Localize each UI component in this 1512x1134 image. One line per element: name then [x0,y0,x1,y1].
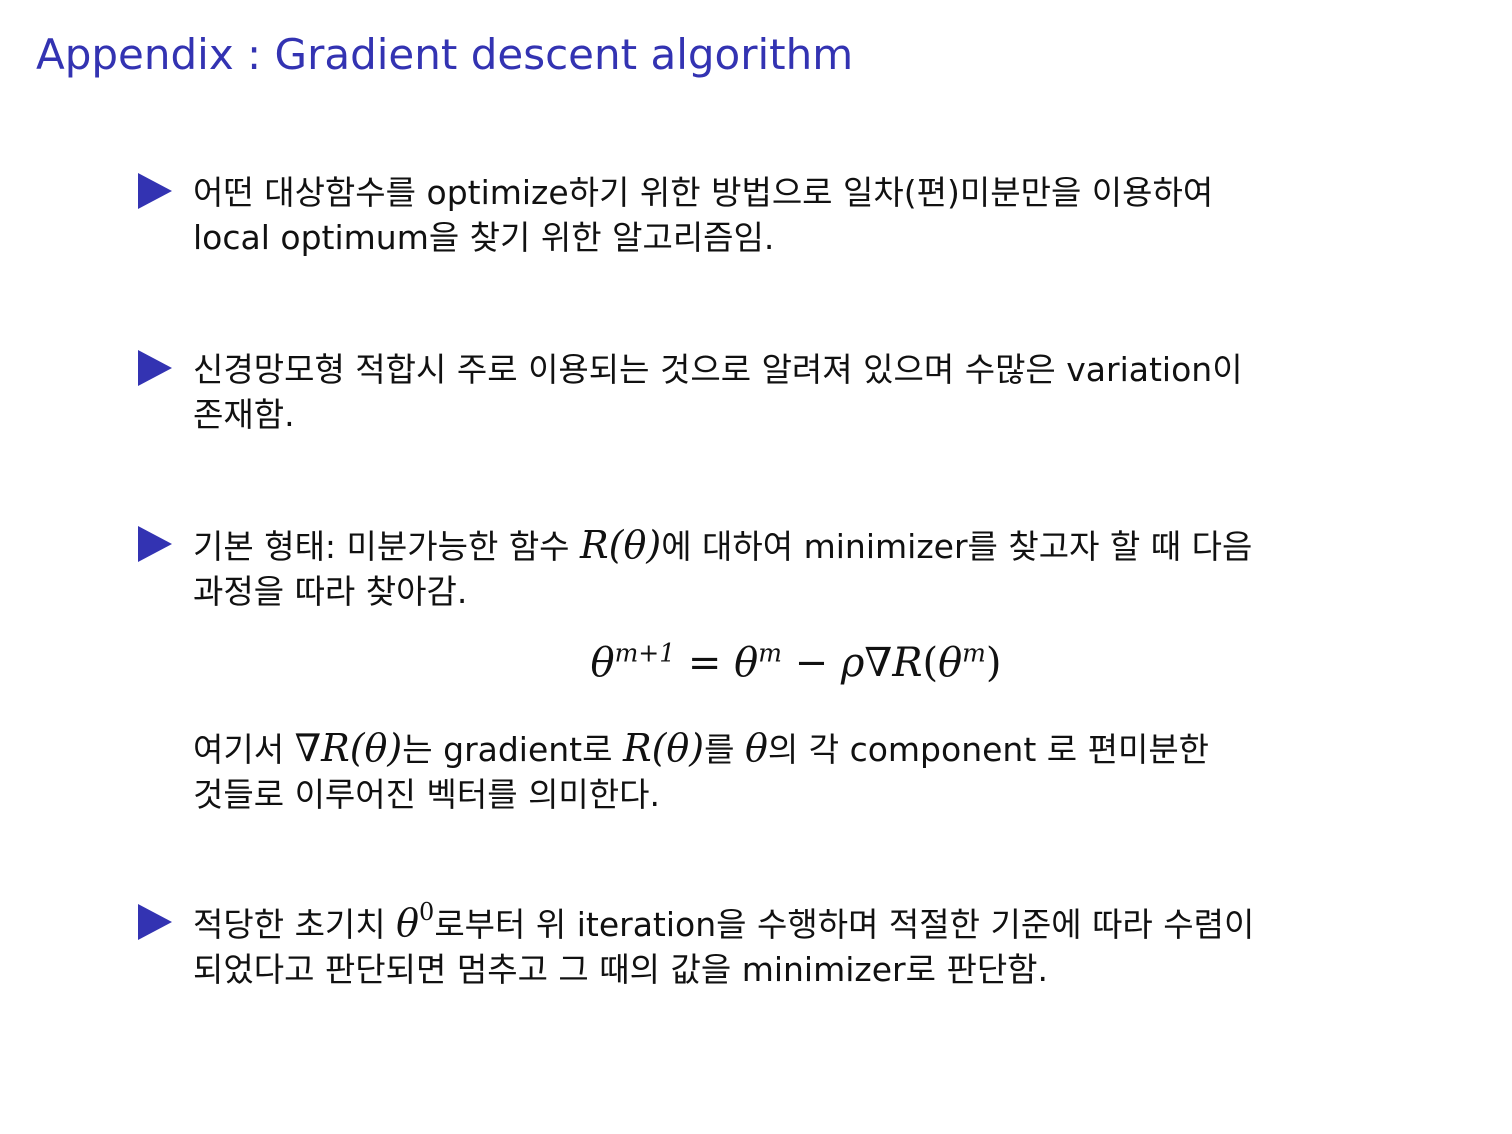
bullet-text-2: 신경망모형 적합시 주로 이용되는 것으로 알려져 있으며 수많은 variat… [193,347,1243,437]
theta-sup: 0 [419,898,435,927]
explanation-line-1: 여기서 ∇R(θ)는 gradient로 R(θ)를 θ의 각 componen… [193,726,1209,772]
explanation-t4: 의 각 component 로 편미분한 [767,730,1210,769]
eq-lhs-sup: m+1 [614,638,676,668]
eq-rho: ρ [840,640,865,686]
bullet-4-line-1: 적당한 초기치 θ0로부터 위 iteration을 수행하며 적절한 기준에 … [193,898,1255,947]
bullet-2-line-2: 존재함. [193,395,295,434]
bullet-1-line-1: 어떤 대상함수를 optimize하기 위한 방법으로 일차(편)미분만을 이용… [193,173,1214,212]
eq-close-paren: ) [985,640,1002,686]
eq-nabla: ∇ [864,640,893,686]
explanation-t2: 는 gradient로 [402,730,623,769]
bullet-2-line-1: 신경망모형 적합시 주로 이용되는 것으로 알려져 있으며 수많은 variat… [193,350,1243,389]
math-theta-zero: θ0 [396,898,435,945]
triangle-right-icon [138,350,172,386]
bullet-text-3: 기본 형태: 미분가능한 함수 R(θ)에 대하여 minimizer를 찾고자… [193,523,1252,614]
eq-minus: − [781,640,841,686]
bullet-4-line-2: 되었다고 판단되면 멈추고 그 때의 값을 minimizer로 판단함. [193,950,1049,989]
update-equation: θm+1 = θm − ρ∇R(θm) [0,640,1512,686]
eq-rhs-sup: m [758,638,782,668]
eq-lhs-theta: θ [590,640,615,686]
eq-open-paren: ( [922,640,939,686]
triangle-right-icon [138,904,172,940]
triangle-right-icon [138,526,172,562]
math-theta: θ [744,726,768,770]
math-R-theta: R(θ) [580,523,662,567]
slide-title: Appendix : Gradient descent algorithm [36,30,854,79]
eq-theta-inner: θ [938,640,963,686]
eq-rhs-theta: θ [734,640,759,686]
math-nabla-R-theta: ∇R(θ) [294,726,403,770]
eq-R: R [892,640,923,686]
explanation-t1: 여기서 [193,730,295,769]
bullet-text-4: 적당한 초기치 θ0로부터 위 iteration을 수행하며 적절한 기준에 … [193,898,1255,992]
bullet-3-line-2: 과정을 따라 찾아감. [193,572,468,611]
theta-base: θ [396,901,420,945]
eq-inner-sup: m [962,638,986,668]
explanation-t3: 를 [704,730,745,769]
bullet-text-1: 어떤 대상함수를 optimize하기 위한 방법으로 일차(편)미분만을 이용… [193,170,1213,260]
triangle-right-icon [138,173,172,209]
bullet-3-line-1: 기본 형태: 미분가능한 함수 R(θ)에 대하여 minimizer를 찾고자… [193,523,1252,569]
explanation-paragraph: 여기서 ∇R(θ)는 gradient로 R(θ)를 θ의 각 componen… [193,726,1209,817]
eq-equals: = [675,640,735,686]
bullet-4-text-a: 적당한 초기치 [193,905,397,944]
bullet-1-line-2: local optimum을 찾기 위한 알고리즘임. [193,218,775,257]
bullet-3-text-b: 에 대하여 minimizer를 찾고자 할 때 다음 [661,527,1253,566]
bullet-4-text-b: 로부터 위 iteration을 수행하며 적절한 기준에 따라 수렴이 [434,905,1255,944]
math-R-theta-2: R(θ) [622,726,705,770]
explanation-line-2: 것들로 이루어진 벡터를 의미한다. [193,775,660,814]
bullet-3-text-a: 기본 형태: 미분가능한 함수 [193,527,581,566]
